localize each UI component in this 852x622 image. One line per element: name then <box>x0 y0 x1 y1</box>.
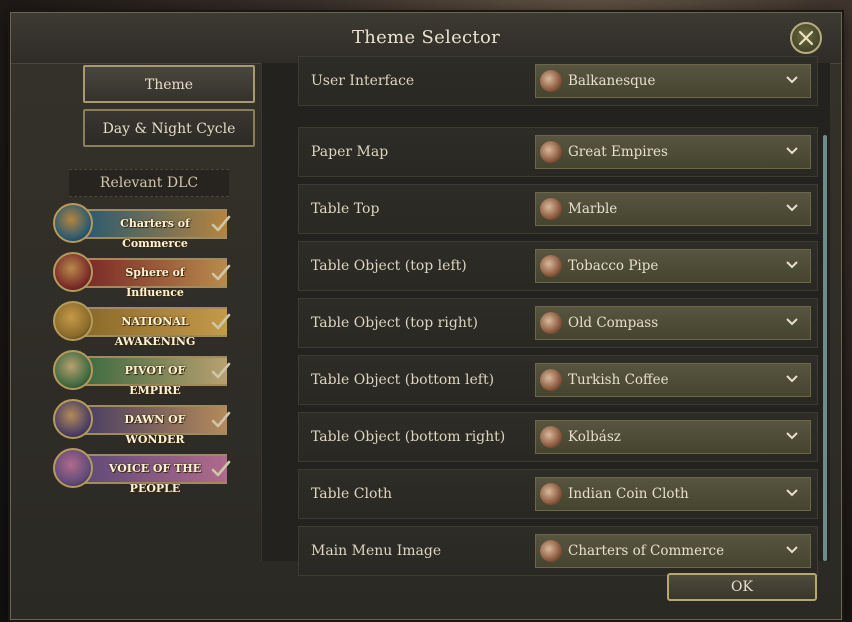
dlc-logo: Sphere of Influence <box>125 266 185 299</box>
setting-row: Table Object (bottom right) Kolbász <box>298 412 818 462</box>
dropdown-value: Great Empires <box>568 144 668 160</box>
dlc-logo: Charters of Commerce <box>120 217 190 250</box>
tab-day-night-cycle[interactable]: Day & Night Cycle <box>83 109 255 147</box>
option-thumbnail-icon <box>540 483 562 505</box>
dlc-logo: PIVOT OF EMPIRE <box>124 364 186 397</box>
dropdown-value: Balkanesque <box>568 73 656 89</box>
dlc-medal-icon <box>53 399 93 439</box>
relevant-dlc-heading: Relevant DLC <box>69 169 229 197</box>
option-thumbnail-icon <box>540 312 562 334</box>
dlc-medal-icon <box>53 350 93 390</box>
setting-row: Paper Map Great Empires <box>298 127 818 177</box>
option-thumbnail-icon <box>540 198 562 220</box>
option-thumbnail-icon <box>540 141 562 163</box>
setting-row: Main Menu Image Charters of Commerce <box>298 526 818 576</box>
setting-label: Paper Map <box>311 144 389 160</box>
dlc-medal-icon <box>53 448 93 488</box>
option-thumbnail-icon <box>540 426 562 448</box>
chevron-down-icon <box>786 432 798 440</box>
dropdown-value: Kolbász <box>568 429 621 445</box>
dlc-entry: Charters of Commerce <box>53 203 231 250</box>
setting-dropdown[interactable]: Marble <box>535 192 811 226</box>
chevron-down-icon <box>786 489 798 497</box>
dlc-logo: VOICE OF THE PEOPLE <box>108 462 202 495</box>
dlc-entry: VOICE OF THE PEOPLE <box>53 448 231 495</box>
dlc-medal-icon <box>53 203 93 243</box>
dialog-title: Theme Selector <box>351 27 501 48</box>
checkmark-icon <box>211 313 231 330</box>
setting-dropdown[interactable]: Kolbász <box>535 420 811 454</box>
close-button[interactable] <box>790 22 822 54</box>
dlc-entry: NATIONAL AWAKENING <box>53 301 231 348</box>
dlc-logo: DAWN OF WONDER <box>124 413 186 446</box>
setting-label: Table Object (bottom right) <box>311 429 506 445</box>
setting-label: Table Object (top right) <box>311 315 478 331</box>
checkmark-icon <box>211 460 231 477</box>
settings-list: User Interface Balkanesque Paper Map Gre… <box>261 56 830 576</box>
option-thumbnail-icon <box>540 255 562 277</box>
option-thumbnail-icon <box>540 70 562 92</box>
setting-row: Table Object (top left) Tobacco Pipe <box>298 241 818 291</box>
chevron-down-icon <box>786 375 798 383</box>
option-thumbnail-icon <box>540 369 562 391</box>
setting-dropdown[interactable]: Turkish Coffee <box>535 363 811 397</box>
setting-label: Table Object (top left) <box>311 258 467 274</box>
chevron-down-icon <box>786 76 798 84</box>
setting-row: Table Object (top right) Old Compass <box>298 298 818 348</box>
setting-dropdown[interactable]: Old Compass <box>535 306 811 340</box>
scrollbar[interactable] <box>823 135 827 561</box>
checkmark-icon <box>211 411 231 428</box>
dlc-logo: NATIONAL AWAKENING <box>114 315 196 348</box>
chevron-down-icon <box>786 261 798 269</box>
setting-label: Table Cloth <box>311 486 393 502</box>
option-thumbnail-icon <box>540 540 562 562</box>
checkmark-icon <box>211 362 231 379</box>
setting-label: Table Object (bottom left) <box>311 372 495 388</box>
theme-selector-dialog: Theme Selector Theme Day & Night Cycle R… <box>10 12 842 620</box>
chevron-down-icon <box>786 204 798 212</box>
dropdown-value: Indian Coin Cloth <box>568 486 689 502</box>
setting-row: User Interface Balkanesque <box>298 56 818 106</box>
tab-theme[interactable]: Theme <box>83 65 255 103</box>
dropdown-value: Turkish Coffee <box>568 372 669 388</box>
dropdown-value: Marble <box>568 201 618 217</box>
setting-label: User Interface <box>311 73 415 89</box>
setting-row: Table Cloth Indian Coin Cloth <box>298 469 818 519</box>
setting-row: Table Top Marble <box>298 184 818 234</box>
checkmark-icon <box>211 264 231 281</box>
setting-dropdown[interactable]: Charters of Commerce <box>535 534 811 568</box>
dlc-entry: PIVOT OF EMPIRE <box>53 350 231 397</box>
setting-label: Table Top <box>311 201 380 217</box>
dlc-medal-icon <box>53 252 93 292</box>
dropdown-value: Tobacco Pipe <box>568 258 659 274</box>
close-icon <box>798 30 814 46</box>
dlc-medal-icon <box>53 301 93 341</box>
left-panel: Theme Day & Night Cycle Relevant DLC Cha… <box>11 63 261 619</box>
setting-dropdown[interactable]: Great Empires <box>535 135 811 169</box>
chevron-down-icon <box>786 546 798 554</box>
dropdown-value: Old Compass <box>568 315 659 331</box>
setting-row: Table Object (bottom left) Turkish Coffe… <box>298 355 818 405</box>
chevron-down-icon <box>786 318 798 326</box>
dropdown-value: Charters of Commerce <box>568 543 725 559</box>
setting-dropdown[interactable]: Tobacco Pipe <box>535 249 811 283</box>
ok-button[interactable]: OK <box>667 573 817 601</box>
dlc-entry: DAWN OF WONDER <box>53 399 231 446</box>
setting-dropdown[interactable]: Balkanesque <box>535 64 811 98</box>
chevron-down-icon <box>786 147 798 155</box>
setting-label: Main Menu Image <box>311 543 442 559</box>
dlc-entry: Sphere of Influence <box>53 252 231 299</box>
setting-dropdown[interactable]: Indian Coin Cloth <box>535 477 811 511</box>
checkmark-icon <box>211 215 231 232</box>
